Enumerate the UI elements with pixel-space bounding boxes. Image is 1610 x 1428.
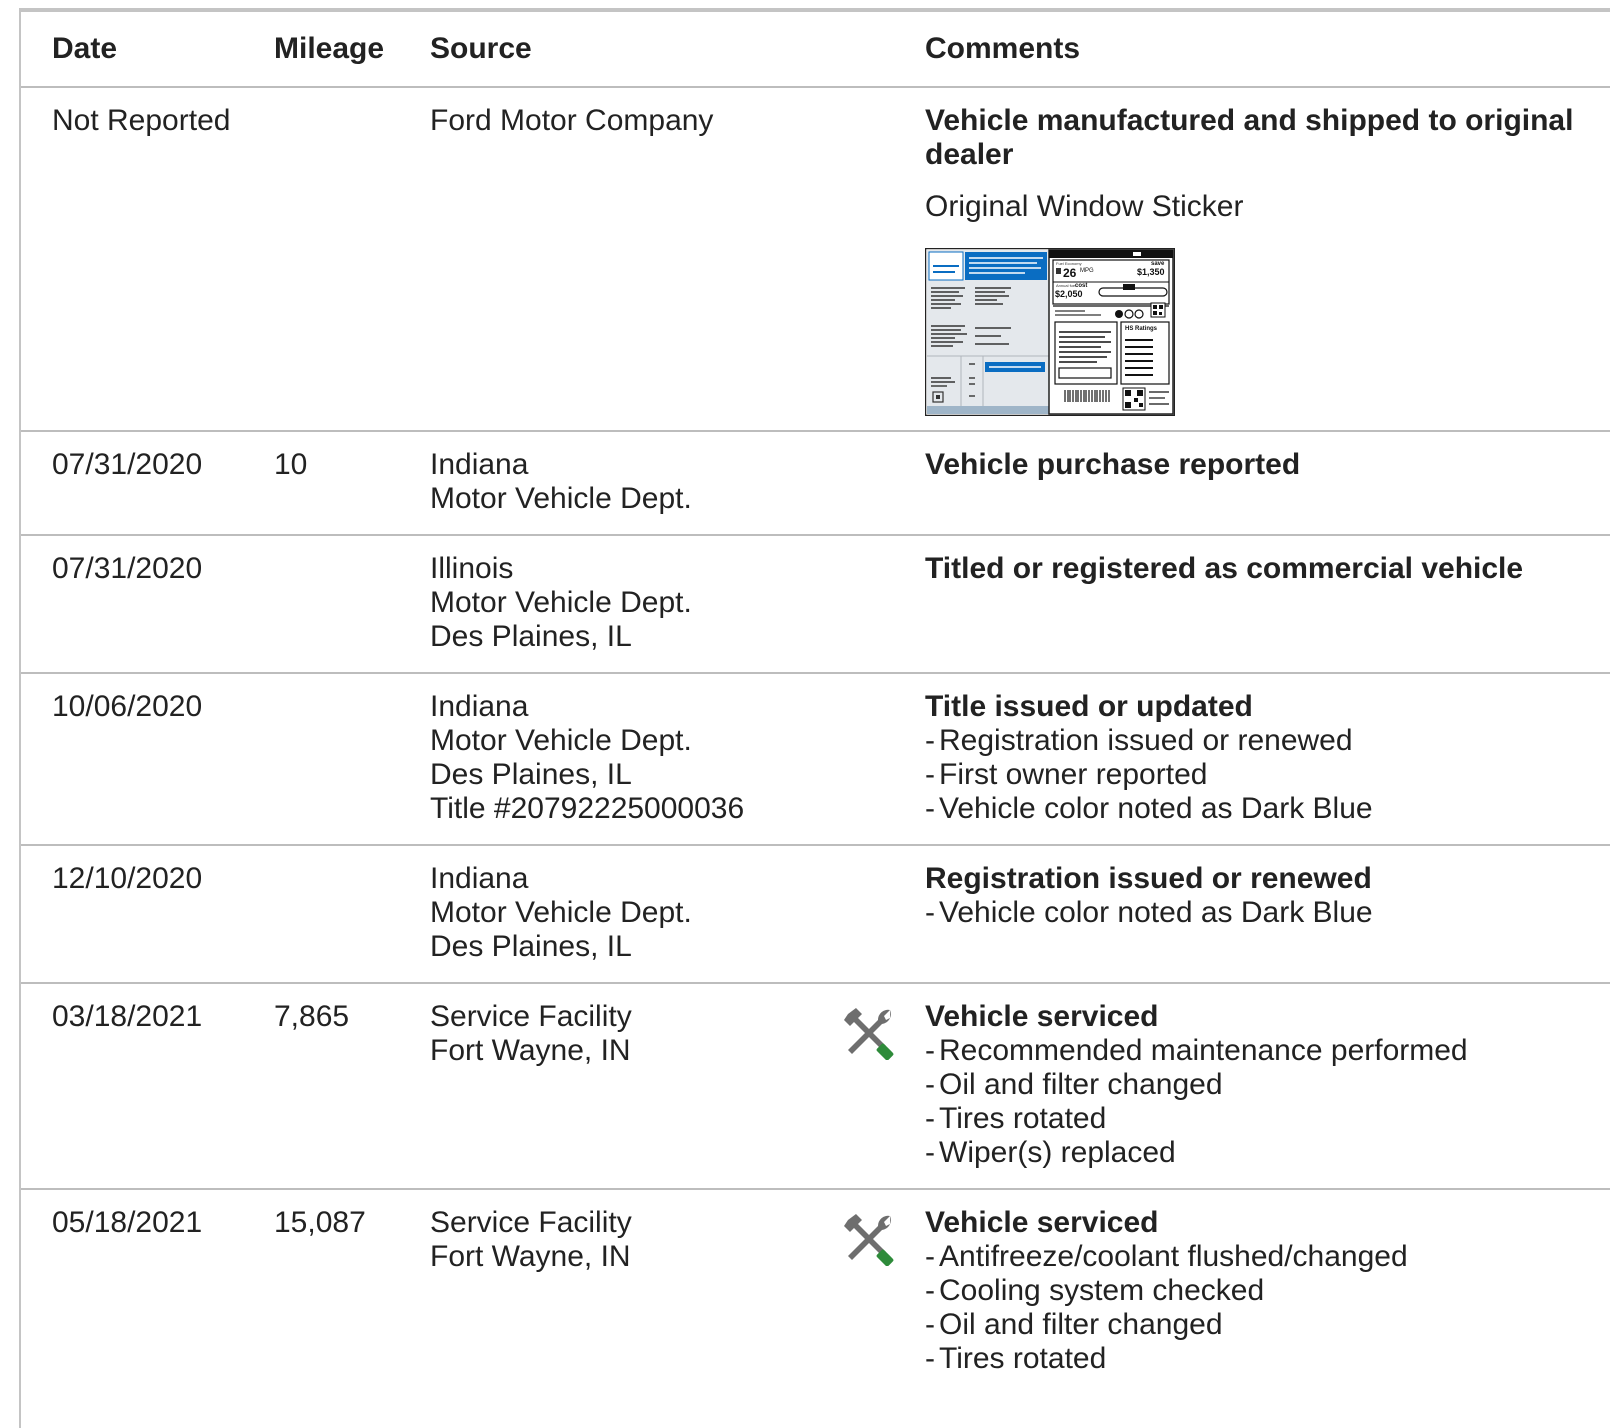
source-line: Des Plaines, IL (430, 758, 632, 791)
table-row: 05/18/2021 15,087 Service Facility Fort … (21, 1189, 1610, 1394)
comment-detail: Oil and filter changed (925, 1068, 1600, 1102)
comment-detail: Wiper(s) replaced (925, 1136, 1600, 1170)
row-source: Service Facility Fort Wayne, IN (399, 1189, 808, 1394)
row-comments: Vehicle serviced Antifreeze/coolant flus… (910, 1189, 1610, 1394)
row-date: 07/31/2020 (21, 431, 243, 536)
row-comments: Titled or registered as commercial vehic… (910, 535, 1610, 674)
comment-title: Registration issued or renewed (925, 862, 1372, 895)
table-row: Not Reported Ford Motor Company Vehicle … (21, 87, 1610, 432)
comment-title: Vehicle purchase reported (925, 448, 1301, 481)
comment-detail: First owner reported (925, 758, 1600, 792)
source-line: Ford Motor Company (430, 104, 714, 137)
row-icon-cell (808, 535, 910, 674)
row-mileage (243, 87, 399, 432)
source-line: Des Plaines, IL (430, 930, 632, 963)
source-line: Service Facility (430, 1206, 632, 1239)
row-source: Service Facility Fort Wayne, IN (399, 983, 808, 1190)
comment-detail: Tires rotated (925, 1342, 1600, 1376)
row-icon-cell (808, 673, 910, 846)
row-mileage: 10 (243, 431, 399, 536)
comment-detail: Cooling system checked (925, 1274, 1600, 1308)
comment-title: Vehicle manufactured and shipped to orig… (925, 104, 1574, 171)
svg-text:Annual fuel: Annual fuel (1056, 283, 1076, 288)
comment-detail: Registration issued or renewed (925, 724, 1600, 758)
row-icon-cell (808, 1189, 910, 1394)
comment-title: Titled or registered as commercial vehic… (925, 552, 1524, 585)
row-comments: Vehicle serviced Recommended maintenance… (910, 983, 1610, 1190)
source-line: Motor Vehicle Dept. (430, 724, 692, 757)
source-line: Title #20792225000036 (430, 792, 745, 825)
row-date: 12/10/2020 (21, 845, 243, 984)
row-date: Not Reported (21, 87, 243, 432)
source-line: Fort Wayne, IN (430, 1034, 631, 1067)
column-header-comments: Comments (910, 12, 1610, 88)
source-line: Fort Wayne, IN (430, 1240, 631, 1273)
source-line: Motor Vehicle Dept. (430, 896, 692, 929)
wrench-screwdriver-icon (844, 1214, 894, 1267)
comment-detail: Oil and filter changed (925, 1308, 1600, 1342)
source-line: Service Facility (430, 1000, 632, 1033)
table-row: 07/31/2020 10 Indiana Motor Vehicle Dept… (21, 431, 1610, 536)
row-comments: Vehicle purchase reported (910, 431, 1610, 536)
source-line: Illinois (430, 552, 514, 585)
row-comments: Vehicle manufactured and shipped to orig… (910, 87, 1610, 432)
row-icon-cell (808, 845, 910, 984)
window-sticker-label: Original Window Sticker (925, 190, 1244, 223)
row-mileage: 15,087 (274, 1206, 366, 1239)
row-comments: Registration issued or renewed Vehicle c… (910, 845, 1610, 984)
table-row: 03/18/2021 7,865 Service Facility Fort W… (21, 983, 1610, 1190)
table-row: 10/06/2020 Indiana Motor Vehicle Dept. D… (21, 673, 1610, 846)
row-date: 07/31/2020 (21, 535, 243, 674)
sticker-save: $1,350 (1137, 267, 1165, 277)
comment-detail: Tires rotated (925, 1102, 1600, 1136)
sticker-mpg: 26 (1063, 266, 1077, 280)
source-line: Indiana (430, 448, 529, 481)
row-date: 10/06/2020 (21, 673, 243, 846)
comment-title: Vehicle serviced (925, 1206, 1159, 1239)
row-date: 05/18/2021 (52, 1206, 203, 1239)
comment-title: Vehicle serviced (925, 1000, 1159, 1033)
row-source: Ford Motor Company (399, 87, 808, 432)
row-source: Indiana Motor Vehicle Dept. (399, 431, 808, 536)
row-comments: Title issued or updated Registration iss… (910, 673, 1610, 846)
comment-detail: Antifreeze/coolant flushed/changed (925, 1240, 1600, 1274)
source-line: Motor Vehicle Dept. (430, 586, 692, 619)
source-line: Motor Vehicle Dept. (430, 482, 692, 515)
comment-detail: Vehicle color noted as Dark Blue (925, 896, 1600, 930)
row-icon-cell (808, 983, 910, 1190)
row-source: Indiana Motor Vehicle Dept. Des Plaines,… (399, 673, 808, 846)
row-mileage (243, 673, 399, 846)
table-row: 07/31/2020 Illinois Motor Vehicle Dept. … (21, 535, 1610, 674)
column-header-mileage: Mileage (243, 12, 399, 88)
row-mileage (243, 535, 399, 674)
vehicle-history-table: Date Mileage Source Comments Not Reporte… (21, 12, 1610, 1394)
source-line: Indiana (430, 690, 529, 723)
table-row: 12/10/2020 Indiana Motor Vehicle Dept. D… (21, 845, 1610, 984)
comment-detail: Recommended maintenance performed (925, 1034, 1600, 1068)
row-icon-cell (808, 431, 910, 536)
source-line: Des Plaines, IL (430, 620, 632, 653)
comment-title: Title issued or updated (925, 690, 1253, 723)
source-line: Indiana (430, 862, 529, 895)
row-source: Illinois Motor Vehicle Dept. Des Plaines… (399, 535, 808, 674)
sticker-ratings: HS Ratings (1125, 326, 1158, 332)
column-header-date: Date (21, 12, 243, 88)
sticker-cost: $2,050 (1055, 289, 1083, 299)
window-sticker-thumbnail[interactable]: Fuel Economy 26 MPG save $1,350 Annual f… (925, 248, 1175, 416)
row-icon-cell (808, 87, 910, 432)
sticker-mpg-unit: MPG (1080, 268, 1094, 274)
row-source: Indiana Motor Vehicle Dept. Des Plaines,… (399, 845, 808, 984)
wrench-screwdriver-icon (844, 1008, 894, 1061)
comment-detail: Vehicle color noted as Dark Blue (925, 792, 1600, 826)
column-header-source: Source (399, 12, 910, 88)
row-mileage (243, 845, 399, 984)
table-header-row: Date Mileage Source Comments (21, 12, 1610, 88)
row-date: 03/18/2021 (21, 983, 243, 1190)
row-mileage: 7,865 (243, 983, 399, 1190)
